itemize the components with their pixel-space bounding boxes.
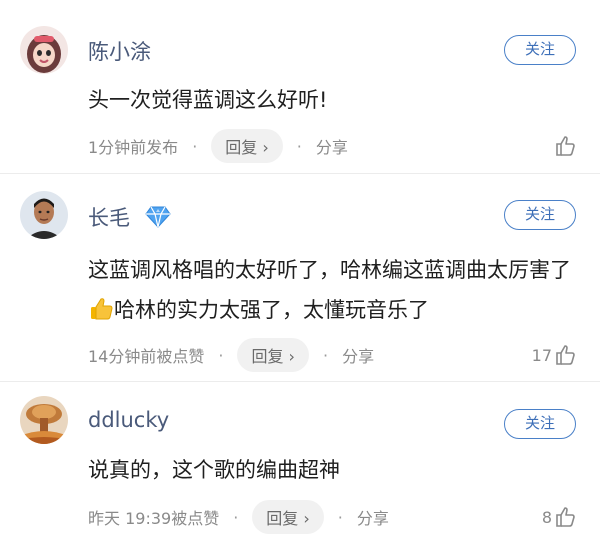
comment-item: 长毛 关注 这蓝调风格唱的太好听了，哈林编这蓝调曲太厉害了 哈林的实力太强了，太… [0,174,600,380]
reply-button[interactable]: 回复 › [252,500,324,534]
comment-item: 陈小涂 关注 头一次觉得蓝调这么好听! 1分钟前发布 · 回复 › · 分享 [0,0,600,172]
share-button[interactable]: 分享 [357,505,389,529]
cartoon-girl-avatar-icon [20,26,68,74]
explosion-avatar-icon [20,396,68,444]
comment-meta: 14分钟前被点赞 · 回复 › · 分享 [88,338,374,372]
comment-text: 说真的，这个歌的编曲超神 [88,458,340,482]
like-button[interactable]: 8 [542,502,578,532]
thumbs-up-emoji-icon [91,298,113,320]
like-button[interactable]: 17 [532,340,578,370]
separator-dot: · [218,345,224,365]
avatar[interactable] [20,396,68,444]
username[interactable]: ddlucky [88,408,169,432]
timestamp: 14分钟前被点赞 [88,347,205,366]
comment-text: 头一次觉得蓝调这么好听! [88,88,328,112]
username[interactable]: 陈小涂 [88,36,151,66]
comment-item: ddlucky 关注 说真的，这个歌的编曲超神 昨天 19:39被点赞 · 回复… [0,382,600,549]
timestamp: 1分钟前发布 [88,138,179,157]
blue-diamond-badge-icon [145,206,171,228]
comment-text-part: 这蓝调风格唱的太好听了，哈林编这蓝调曲太厉害了 [88,258,571,282]
share-button[interactable]: 分享 [316,134,348,158]
thumbs-up-icon [556,136,575,156]
like-count: 8 [541,507,552,527]
like-button[interactable] [552,131,578,161]
follow-button[interactable]: 关注 [504,200,576,230]
thumbs-up-icon [556,507,575,527]
share-button[interactable]: 分享 [342,343,374,367]
man-portrait-avatar-icon [20,191,68,239]
avatar[interactable] [20,26,68,74]
reply-button[interactable]: 回复 › [211,129,283,163]
separator-dot: · [322,345,329,365]
username[interactable]: 长毛 [88,206,130,230]
separator-dot: · [337,507,343,527]
separator-dot: · [233,507,239,527]
comment-meta: 昨天 19:39被点赞 · 回复 › · 分享 [88,500,389,534]
follow-button[interactable]: 关注 [504,35,576,65]
avatar[interactable] [20,191,68,239]
timestamp: 昨天 19:39被点赞 [88,509,220,528]
separator-dot: · [296,136,302,156]
separator-dot: · [192,136,198,156]
follow-button[interactable]: 关注 [504,409,576,439]
comment-meta: 1分钟前发布 · 回复 › · 分享 [88,129,348,163]
reply-button[interactable]: 回复 › [237,338,309,372]
username-row: 长毛 [88,202,171,232]
thumbs-up-icon [556,345,575,365]
like-count: 17 [531,345,552,365]
comment-text-part: 哈林的实力太强了，太懂玩音乐了 [114,298,429,322]
comment-text: 这蓝调风格唱的太好听了，哈林编这蓝调曲太厉害了 哈林的实力太强了，太懂玩音乐了 [88,250,578,330]
